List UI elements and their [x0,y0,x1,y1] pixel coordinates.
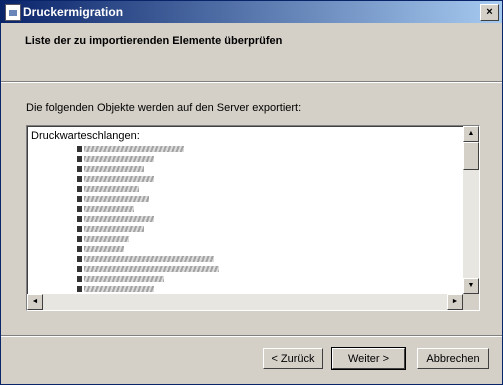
wizard-window: Druckermigration × Liste der zu importie… [0,0,503,385]
list-item[interactable] [77,284,467,294]
printer-icon [77,216,82,222]
printer-icon [77,166,82,172]
obscured-label [84,146,184,152]
printer-icon [77,236,82,242]
list-item[interactable] [77,214,467,224]
printer-icon [77,196,82,202]
obscured-label [84,216,154,222]
list-item[interactable] [77,204,467,214]
printer-icon [77,186,82,192]
scrollbar-corner [463,294,479,310]
obscured-label [84,286,154,292]
vertical-scroll-thumb[interactable] [463,142,479,170]
printer-icon [77,176,82,182]
scroll-left-button[interactable]: ◄ [27,294,43,310]
obscured-label [84,276,164,282]
list-item[interactable] [77,184,467,194]
list-item[interactable] [77,274,467,284]
list-item[interactable] [77,194,467,204]
obscured-label [84,236,129,242]
footer-divider [1,335,502,337]
list-item[interactable] [77,224,467,234]
export-list[interactable]: Druckwarteschlangen: ▲ ▼ ◄ ► [26,125,480,311]
list-item[interactable] [77,264,467,274]
obscured-label [84,246,124,252]
obscured-label [84,156,154,162]
list-item[interactable] [77,244,467,254]
obscured-label [84,206,134,212]
scroll-up-button[interactable]: ▲ [463,126,479,142]
page-title: Liste der zu importierenden Elemente übe… [25,35,283,47]
intro-text: Die folgenden Objekte werden auf den Ser… [26,102,302,114]
cancel-button[interactable]: Abbrechen [417,348,489,369]
obscured-label [84,196,149,202]
scroll-right-button[interactable]: ► [447,294,463,310]
list-item[interactable] [77,174,467,184]
list-item[interactable] [77,254,467,264]
obscured-label [84,226,144,232]
printer-icon [77,276,82,282]
printer-icon [77,246,82,252]
scroll-down-button[interactable]: ▼ [463,278,479,294]
printer-icon [77,156,82,162]
list-item[interactable] [77,164,467,174]
obscured-label [84,256,214,262]
list-item[interactable] [77,234,467,244]
close-button[interactable]: × [480,4,499,21]
printer-icon [77,206,82,212]
wizard-header: Liste der zu importierenden Elemente übe… [1,23,502,81]
back-button[interactable]: < Zurück [263,348,323,369]
header-divider [1,81,502,83]
printer-icon [77,226,82,232]
list-item[interactable] [77,144,467,154]
printer-icon [77,146,82,152]
window-title: Druckermigration [23,5,124,19]
printer-icon [77,286,82,292]
title-bar[interactable]: Druckermigration × [1,1,502,23]
printer-icon [77,256,82,262]
printer-icon [77,266,82,272]
list-item[interactable] [77,154,467,164]
obscured-label [84,176,154,182]
vertical-scrollbar[interactable]: ▲ ▼ [463,126,479,294]
list-header: Druckwarteschlangen: [31,130,140,142]
entry-list [77,144,467,304]
printer-app-icon [5,4,21,21]
obscured-label [84,186,139,192]
horizontal-scrollbar[interactable]: ◄ ► [27,294,463,310]
obscured-label [84,266,219,272]
obscured-label [84,166,144,172]
next-button[interactable]: Weiter > [331,347,406,370]
